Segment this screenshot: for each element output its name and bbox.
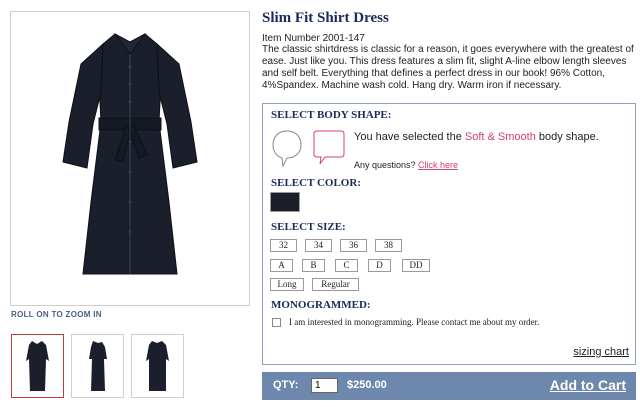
- sizing-chart-link[interactable]: sizing chart: [573, 346, 629, 358]
- options-panel: SELECT BODY SHAPE: You have selected the…: [262, 103, 636, 365]
- click-here-link[interactable]: Click here: [418, 160, 458, 170]
- cup-button-dd[interactable]: DD: [402, 259, 430, 272]
- cup-button-c[interactable]: C: [335, 259, 358, 272]
- selected-shape-name: Soft & Smooth: [464, 131, 536, 143]
- qty-input[interactable]: [311, 378, 338, 393]
- body-shape-heading: SELECT BODY SHAPE:: [271, 109, 392, 121]
- thumbnail-front[interactable]: [11, 334, 64, 398]
- color-heading: SELECT COLOR:: [271, 177, 361, 189]
- size-heading: SELECT SIZE:: [271, 221, 346, 233]
- size-button-38[interactable]: 38: [375, 239, 402, 252]
- body-shape-message: You have selected the Soft & Smooth body…: [354, 131, 599, 143]
- color-swatch-black[interactable]: [270, 192, 300, 212]
- length-button-regular[interactable]: Regular: [312, 278, 359, 291]
- product-title: Slim Fit Shirt Dress: [262, 10, 389, 26]
- thumbnail-back[interactable]: [131, 334, 184, 398]
- questions-text: Any questions? Click here: [354, 160, 459, 170]
- cup-button-d[interactable]: D: [368, 259, 391, 272]
- zoom-hint-label: ROLL ON TO ZOOM IN: [11, 310, 102, 319]
- monogram-label: I am interested in monogramming. Please …: [289, 317, 540, 327]
- monogram-heading: MONOGRAMMED:: [271, 299, 371, 311]
- cup-button-b[interactable]: B: [302, 259, 325, 272]
- size-button-34[interactable]: 34: [305, 239, 332, 252]
- length-button-long[interactable]: Long: [270, 278, 304, 291]
- cup-button-a[interactable]: A: [270, 259, 293, 272]
- size-button-36[interactable]: 36: [340, 239, 367, 252]
- monogram-checkbox[interactable]: [272, 318, 281, 327]
- thumbnail-side[interactable]: [71, 334, 124, 398]
- body-shape-round-icon[interactable]: [270, 128, 304, 168]
- add-to-cart-button[interactable]: Add to Cart: [550, 377, 626, 393]
- item-number: Item Number 2001-147: [262, 33, 365, 44]
- qty-label: QTY:: [273, 379, 299, 391]
- size-button-32[interactable]: 32: [270, 239, 297, 252]
- price-label: $250.00: [347, 379, 387, 391]
- cart-bar: QTY: $250.00 Add to Cart: [262, 372, 636, 400]
- product-description: The classic shirtdress is classic for a …: [262, 44, 634, 91]
- product-main-image[interactable]: [10, 11, 250, 306]
- body-shape-soft-smooth-icon[interactable]: [311, 128, 347, 168]
